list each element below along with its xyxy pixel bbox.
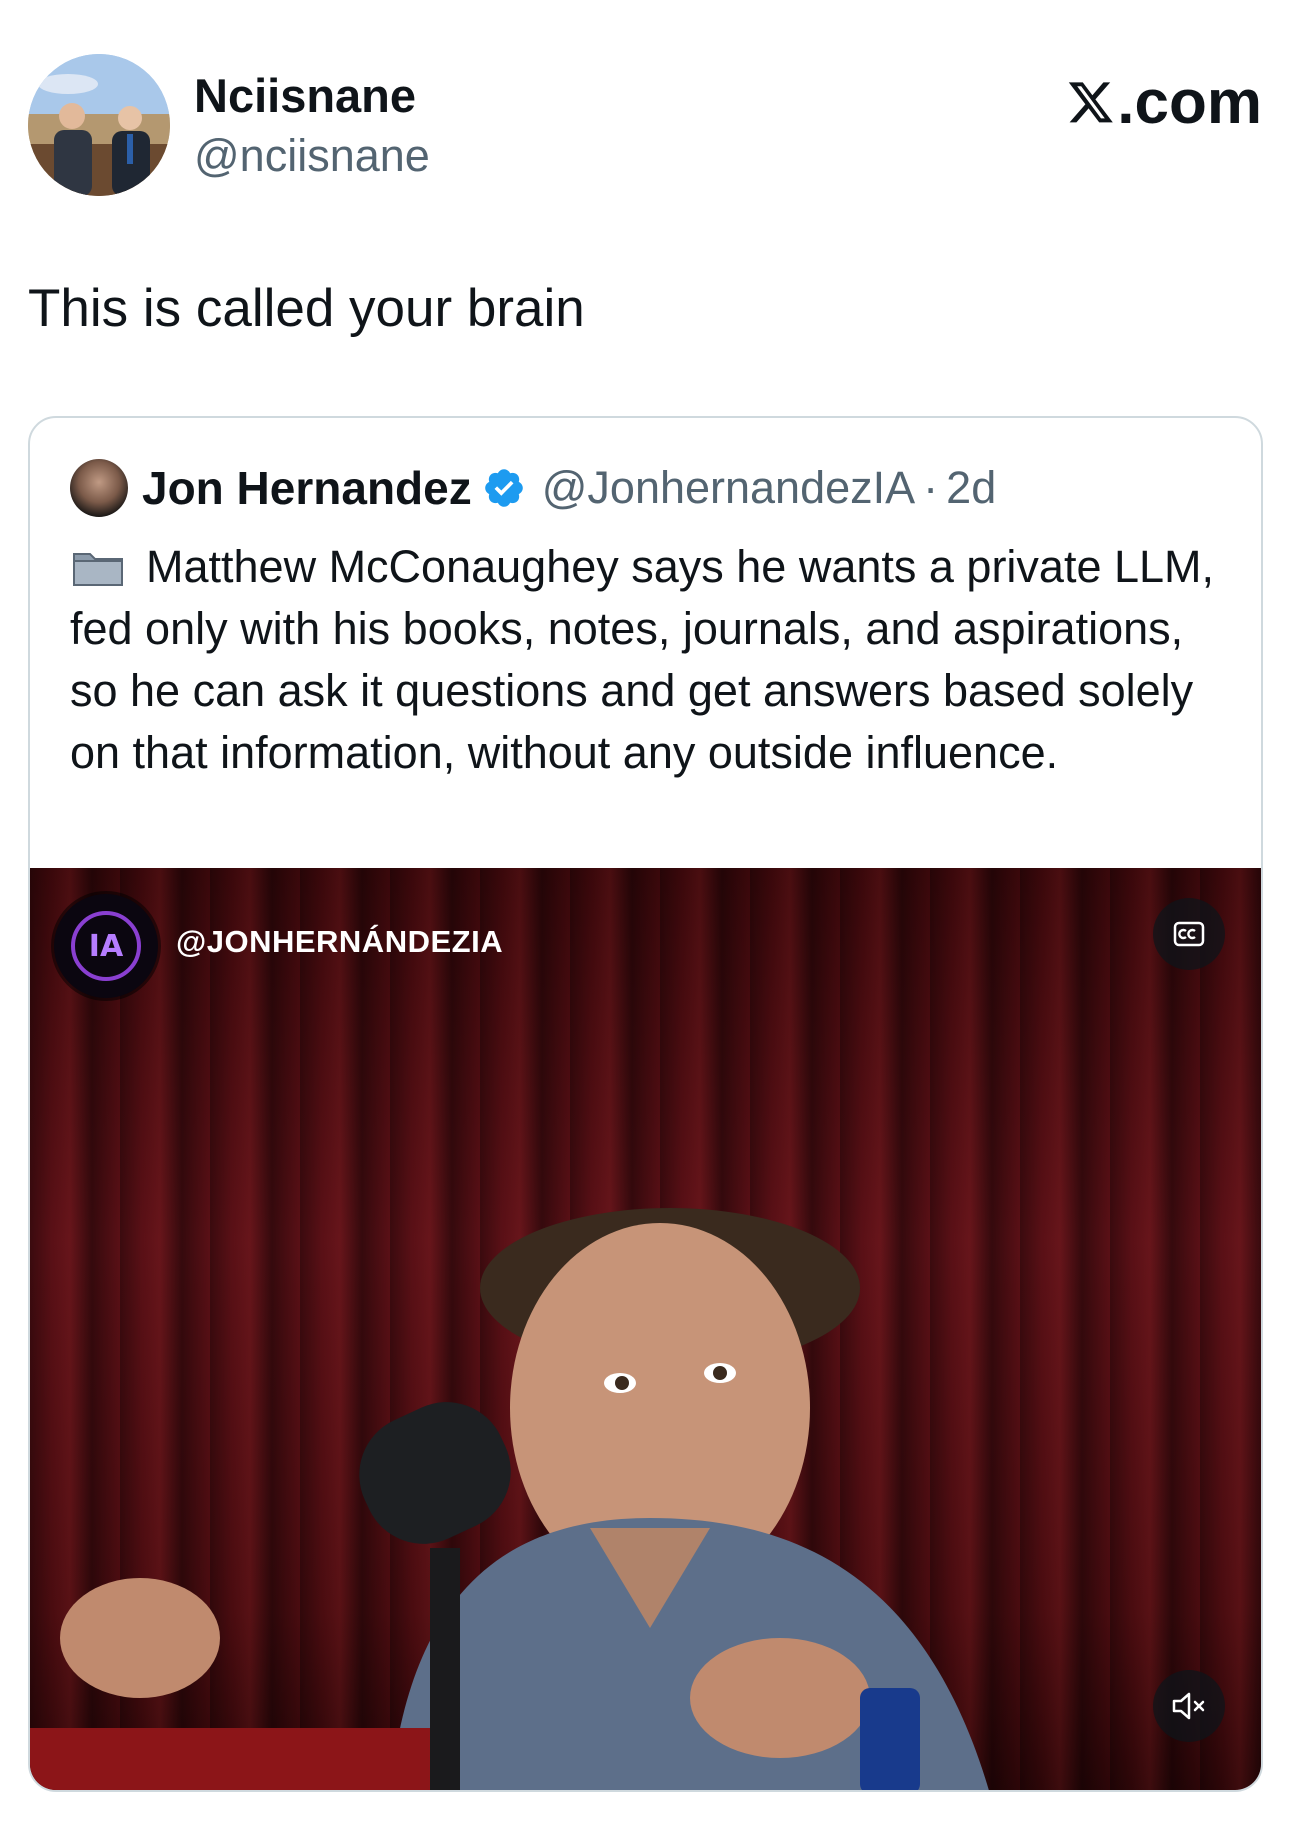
site-brand: .com xyxy=(1067,62,1262,142)
quoted-author-avatar[interactable] xyxy=(70,459,128,517)
author-avatar[interactable] xyxy=(28,54,170,196)
folder-icon xyxy=(73,553,123,586)
quoted-tweet-time[interactable]: 2d xyxy=(946,462,996,514)
separator-dot: · xyxy=(923,462,939,513)
video-player[interactable]: IA @JONHERNÁNDEZIA xyxy=(30,868,1261,1790)
quoted-tweet-body: Matthew McConaughey says he wants a priv… xyxy=(70,541,1215,778)
channel-logo-text: IA xyxy=(71,911,141,981)
captions-button[interactable] xyxy=(1153,898,1225,970)
captions-icon xyxy=(1173,921,1205,947)
tweet-header: Nciisnane @nciisnane .com xyxy=(28,54,1262,199)
channel-watermark: @JONHERNÁNDEZIA xyxy=(176,924,504,959)
quoted-tweet-card[interactable]: Jon Hernandez @JonhernandezIA · 2d Matth… xyxy=(28,416,1263,1792)
author-handle[interactable]: @nciisnane xyxy=(194,130,430,182)
quoted-tweet-text: Matthew McConaughey says he wants a priv… xyxy=(70,536,1230,784)
quoted-author-name[interactable]: Jon Hernandez xyxy=(142,461,472,515)
mute-button[interactable] xyxy=(1153,1670,1225,1742)
video-frame xyxy=(30,1208,989,1790)
tweet-text: This is called your brain xyxy=(28,279,585,338)
channel-logo: IA xyxy=(54,894,158,998)
brand-suffix: .com xyxy=(1117,67,1262,137)
quoted-author-handle[interactable]: @JonhernandezIA xyxy=(542,462,915,514)
x-logo-icon xyxy=(1069,82,1114,123)
verified-badge-icon xyxy=(484,469,523,507)
author-name[interactable]: Nciisnane xyxy=(194,68,416,123)
volume-muted-icon xyxy=(1172,1692,1205,1720)
quoted-tweet-header: Jon Hernandez @JonhernandezIA · 2d xyxy=(70,458,996,518)
